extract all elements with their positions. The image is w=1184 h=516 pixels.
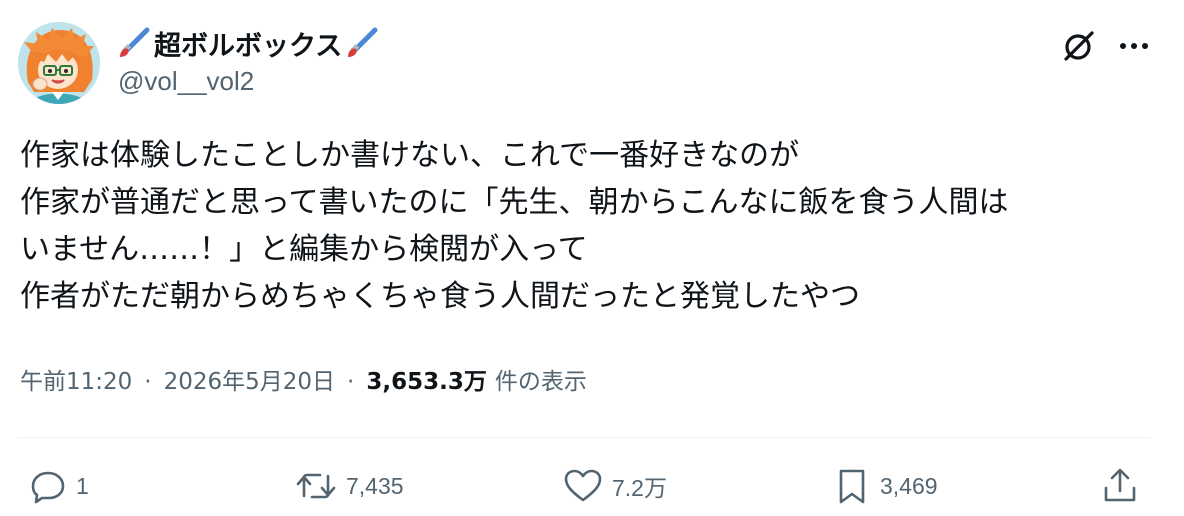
display-name-row[interactable]: 超ボルボックス	[116, 22, 380, 64]
more-icon[interactable]	[1112, 28, 1156, 64]
views-count[interactable]: 3,653.3万	[366, 362, 487, 396]
tweet-meta: 午前11:20 · 2026年5月20日 · 3,653.3万 件の表示	[20, 362, 587, 396]
reply-count: 1	[76, 472, 89, 499]
tweet-text-line: 作者がただ朝からめちゃくちゃ食う人間だったと発覚したやつ	[20, 279, 860, 314]
tweet-text-line: 作家は体験したことしか書けない、これで一番好きなのが	[20, 138, 800, 173]
tweet-date[interactable]: 2026年5月20日	[164, 362, 335, 396]
share-button[interactable]	[1098, 464, 1142, 508]
paintbrush-icon	[120, 27, 150, 57]
avatar[interactable]	[18, 22, 100, 104]
tweet-text: 作家は体験したことしか書けない、これで一番好きなのが 作家が普通だと思って書いた…	[20, 132, 1170, 320]
tweet-text-line: いません……！」と編集から検閲が入って	[20, 232, 588, 267]
user-handle[interactable]: @vol__vol2	[118, 66, 254, 97]
tweet-text-line: 作家が普通だと思って書いたのに「先生、朝からこんなに飯を食う人間は	[20, 185, 1009, 220]
heart-icon	[564, 469, 602, 502]
tweet-time[interactable]: 午前11:20	[20, 362, 132, 396]
bookmark-icon	[839, 469, 865, 504]
display-name: 超ボルボックス	[154, 30, 343, 62]
bookmark-button[interactable]: 3,469	[832, 464, 938, 508]
retweet-icon	[296, 473, 336, 499]
divider	[18, 437, 1151, 438]
retweet-button[interactable]: 7,435	[294, 464, 404, 508]
reply-button[interactable]: 1	[28, 464, 89, 508]
share-icon	[1104, 468, 1136, 502]
views-label: 件の表示	[494, 369, 587, 395]
paintbrush-icon	[348, 27, 378, 57]
tweet-card: 超ボルボックス @vol__vol2 作家は体験したことしか書けない、これで一番…	[0, 0, 1184, 516]
grok-icon[interactable]	[1058, 26, 1098, 66]
meta-separator: ·	[144, 369, 152, 395]
reply-icon	[31, 471, 65, 504]
retweet-count: 7,435	[346, 472, 404, 499]
avatar-image	[18, 22, 100, 104]
like-button[interactable]: 7.2万	[562, 464, 667, 508]
like-count: 7.2万	[612, 475, 667, 501]
bookmark-count: 3,469	[880, 472, 938, 499]
meta-separator: ·	[347, 369, 355, 395]
